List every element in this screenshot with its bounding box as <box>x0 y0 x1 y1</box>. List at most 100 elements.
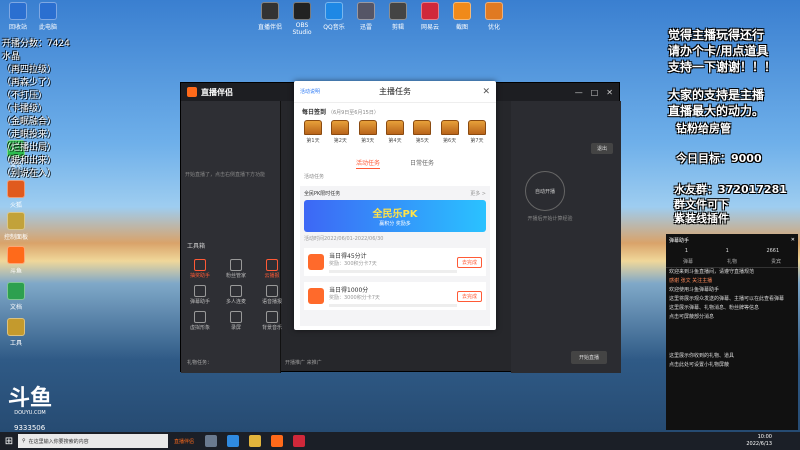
desktop-icon-pc[interactable]: 此电脑 <box>34 2 62 31</box>
taskbar-search[interactable]: ⚲ 在这里输入你要搜索的内容 <box>18 434 168 448</box>
top-icon-7[interactable]: 截图 <box>448 2 476 31</box>
danmu-panel: 弹幕助手 ✕ 1 1 2661 弹幕 礼物 贵宾 欢迎来到斗鱼直播间，请遵守直播… <box>666 234 798 430</box>
tool-voice[interactable]: 语音播报 <box>257 285 287 305</box>
anchor-task-dialog: 活动说明 主播任务 ✕ 每日签到 （6月9日至6月15日） 第1天 第2天 第3… <box>294 81 496 330</box>
chat-title: 弹幕助手 <box>669 237 690 244</box>
tool-danmu[interactable]: 弹幕助手 <box>185 285 215 305</box>
overlay-group: 水友群：372017281 <box>674 183 787 196</box>
treasure-chest-icon <box>467 120 486 135</box>
treasure-chest-icon <box>358 120 377 135</box>
task-item: 当日得1000分 奖励：3000积分卡7天 去完成 <box>304 282 486 310</box>
gift-icon <box>194 259 206 271</box>
event-date: 活动时间2022/06/01-2022/06/30 <box>304 236 384 242</box>
overlay-line5: 直播最大的动力。 <box>668 104 765 118</box>
desktop-icon-doc[interactable]: 文档 <box>2 282 30 311</box>
overlay-line4: 大家的支持是主播 <box>668 88 765 102</box>
signin-range: （6月9日至6月15日） <box>327 110 379 116</box>
windows-start-icon[interactable]: ⊞ <box>0 432 18 450</box>
window-close-icon[interactable]: ✕ <box>606 88 613 97</box>
auto-live-circle[interactable]: 自动开播 <box>525 171 565 211</box>
room-number: 9333506 <box>14 424 46 432</box>
task-view-icon[interactable] <box>205 435 218 447</box>
center-status-bar: 开播推广 来推广 <box>285 360 322 366</box>
pk-banner[interactable]: 全民乐PK 赢积分 奖励多 <box>304 200 486 232</box>
explorer-icon[interactable] <box>249 435 262 447</box>
signin-day[interactable]: 第4天 <box>384 120 406 144</box>
tool-fans[interactable]: 粉丝管家 <box>221 259 251 279</box>
treasure-chest-icon <box>385 120 404 135</box>
signin-section: 每日签到 （6月9日至6月15日） 第1天 第2天 第3天 第4天 第5天 第6… <box>294 103 496 148</box>
signin-day[interactable]: 第6天 <box>439 120 461 144</box>
chat-close-icon[interactable]: ✕ <box>791 237 795 243</box>
task-name: 当日得45分计 <box>329 253 367 260</box>
overlay-next2: 紫装线插件 <box>674 212 729 225</box>
top-icon-4[interactable]: 迅雷 <box>352 2 380 31</box>
tool-lottery[interactable]: 抽奖助手 <box>185 259 215 279</box>
record-icon <box>230 311 242 323</box>
chat-tab-gift[interactable]: 礼物 <box>727 258 737 265</box>
start-live-button[interactable]: 开始直播 <box>571 351 608 364</box>
douyu-taskbar-icon[interactable] <box>271 435 284 447</box>
gift-task-status: 礼物任务： <box>187 360 213 366</box>
task-desc: 奖励：3000积分卡7天 <box>329 295 380 301</box>
top-icon-6[interactable]: 网易云 <box>416 2 444 31</box>
tool-broadcast[interactable]: 云播报 <box>257 259 287 279</box>
signin-day[interactable]: 第2天 <box>329 120 351 144</box>
desktop-icon-panel[interactable]: 控制面板 <box>2 212 30 241</box>
tool-avatar[interactable]: 虚拟形象 <box>185 311 215 331</box>
edit-icon <box>389 2 407 20</box>
maximize-icon[interactable]: □ <box>591 88 599 97</box>
tab-activity[interactable]: 活动任务 <box>355 158 380 169</box>
search-icon: ⚲ <box>22 438 26 444</box>
tool-multi-mic[interactable]: 多人连麦 <box>221 285 251 305</box>
tool-record[interactable]: 录屏 <box>221 311 251 331</box>
tool-music[interactable]: 背景音乐 <box>257 311 287 331</box>
chat-tab-danmu[interactable]: 弹幕 <box>683 258 693 265</box>
top-icon-5[interactable]: 剪辑 <box>384 2 412 31</box>
mic-icon <box>230 285 242 297</box>
event-more-link[interactable]: 更多 > <box>470 190 486 197</box>
user-icon <box>230 259 242 271</box>
task-tabs: 活动任务 日常任务 <box>294 158 496 169</box>
close-icon[interactable]: ✕ <box>482 87 490 97</box>
desktop-icon-recycle[interactable]: 回收站 <box>4 2 32 31</box>
edge-icon[interactable] <box>227 435 240 447</box>
exit-button[interactable]: 退出 <box>590 143 613 154</box>
section-label: 活动任务 <box>304 174 325 180</box>
taskbar-app-label[interactable]: 直播伴侣 <box>174 438 194 445</box>
top-icon-1[interactable]: 直播伴侣 <box>256 2 284 31</box>
signin-days: 第1天 第2天 第3天 第4天 第5天 第6天 第7天 <box>302 120 488 144</box>
taskbar-clock: 10:00 2022/6/13 <box>746 434 772 447</box>
task-progress <box>329 270 457 273</box>
signin-day[interactable]: 第7天 <box>466 120 488 144</box>
signin-day[interactable]: 第1天 <box>302 120 324 144</box>
music-icon <box>325 2 343 20</box>
activity-info-link[interactable]: 活动说明 <box>300 88 320 95</box>
netease-taskbar-icon[interactable] <box>293 435 306 447</box>
desktop-icon-firefox[interactable]: 火狐 <box>2 180 30 209</box>
tool-icon <box>7 318 25 336</box>
task-go-button[interactable]: 去完成 <box>456 256 482 268</box>
top-icon-3[interactable]: QQ音乐 <box>320 2 348 31</box>
chat-line: 这里展示弹幕、礼物消息、粉丝牌等信息 <box>669 305 760 311</box>
overlay-line3: 支持一下谢谢！！！ <box>668 60 777 74</box>
tab-daily[interactable]: 日常任务 <box>410 158 434 169</box>
desktop-icon-tool[interactable]: 工具 <box>2 318 30 347</box>
app-left-panel: 开始直播了，点击右侧直播下方功能 工具箱 抽奖助手 粉丝管家 云播报 弹幕助手 … <box>181 101 282 373</box>
chat-line: 点击此处可设置小礼物屏蔽 <box>669 362 730 368</box>
signin-day[interactable]: 第5天 <box>411 120 433 144</box>
computer-icon <box>39 2 57 20</box>
signin-day[interactable]: 第3天 <box>357 120 379 144</box>
minimize-icon[interactable]: — <box>575 88 583 97</box>
top-icon-2[interactable]: OBS Studio <box>288 2 316 36</box>
speaker-icon <box>266 285 278 297</box>
overlay-line2: 请办个卡/用点道具 <box>668 44 769 58</box>
task-go-button[interactable]: 去完成 <box>456 290 482 302</box>
chat-icon <box>194 285 206 297</box>
settings-icon <box>7 212 25 230</box>
flame-icon <box>308 254 324 270</box>
chat-tab-vip[interactable]: 贵宾 <box>771 258 781 265</box>
top-icon-8[interactable]: 优化 <box>480 2 508 31</box>
desktop-icon-douyu[interactable]: 斗鱼 <box>2 246 30 275</box>
download-icon <box>357 2 375 20</box>
